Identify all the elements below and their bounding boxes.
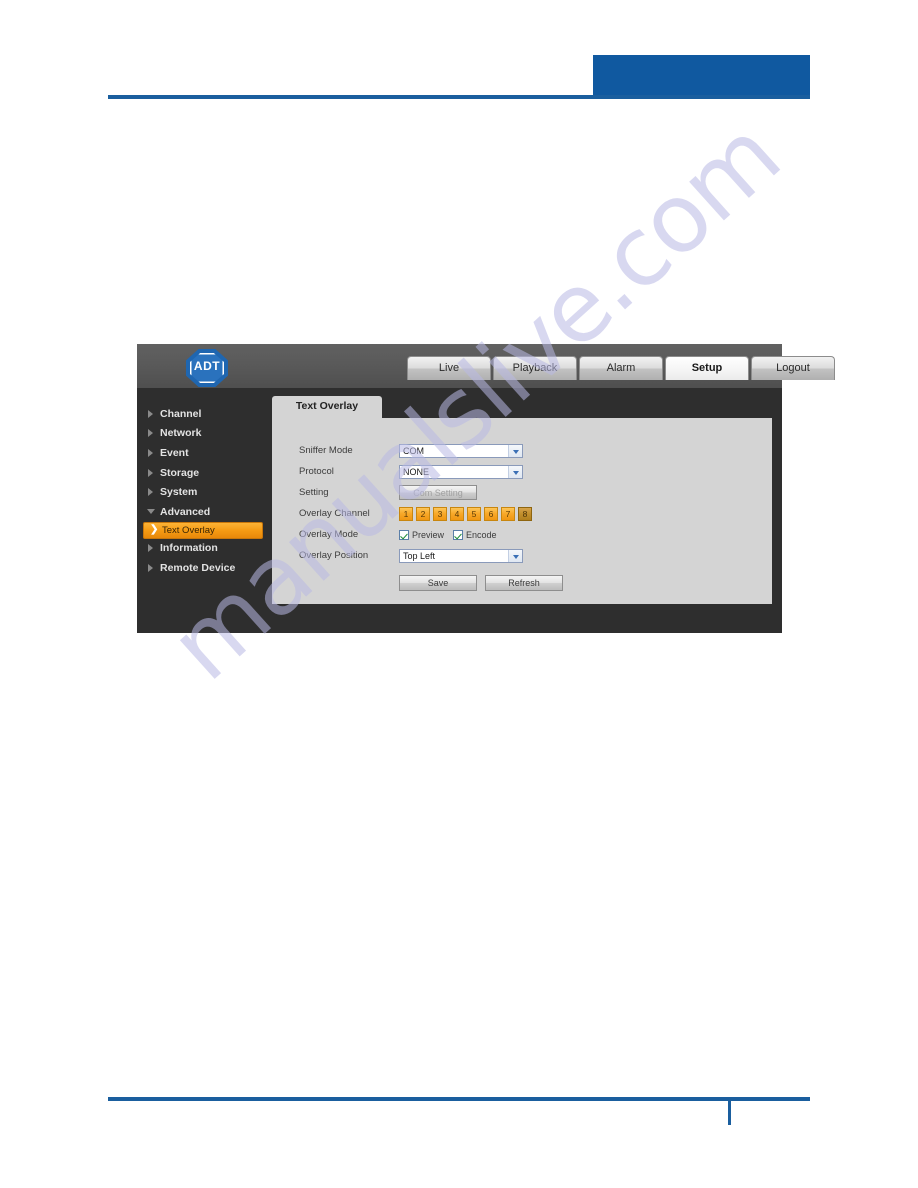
form-row-protocol: Protocol NONE bbox=[299, 461, 563, 482]
adt-logo-icon: ADT bbox=[184, 348, 230, 388]
sidebar-item-label: Channel bbox=[160, 407, 202, 420]
channel-chip-8[interactable]: 8 bbox=[518, 506, 532, 521]
protocol-value: NONE bbox=[403, 466, 430, 477]
channel-chip-7[interactable]: 7 bbox=[501, 506, 515, 521]
overlay-channel-label: Overlay Channel bbox=[299, 508, 370, 519]
protocol-select[interactable]: NONE bbox=[399, 464, 523, 479]
sniffer-mode-label: Sniffer Mode bbox=[299, 445, 353, 456]
channel-chip-5[interactable]: 5 bbox=[467, 506, 481, 521]
com-setting-button[interactable]: Com Setting bbox=[399, 485, 477, 500]
form-row-overlay-channel: Overlay Channel 1 2 3 4 5 6 7 8 bbox=[299, 503, 563, 524]
channel-chip-group: 1 2 3 4 5 6 7 8 bbox=[399, 506, 532, 521]
overlay-mode-field: Preview Encode bbox=[399, 529, 497, 540]
app-body: Channel Network Event Storage System Adv bbox=[137, 388, 782, 633]
sidebar-item-storage[interactable]: Storage bbox=[137, 463, 272, 483]
page-footer-tick bbox=[728, 1099, 731, 1125]
overlay-position-value: Top Left bbox=[403, 550, 436, 561]
sidebar-item-label: Remote Device bbox=[160, 561, 236, 574]
text-overlay-form: Sniffer Mode COM Protocol NONE Setting C… bbox=[299, 440, 563, 591]
sidebar-item-text-overlay[interactable]: ❯ Text Overlay bbox=[143, 521, 263, 539]
page-header-accent-block bbox=[593, 55, 810, 99]
sidebar-item-remote-device[interactable]: Remote Device bbox=[137, 558, 272, 578]
chevron-down-icon[interactable] bbox=[508, 549, 522, 562]
chevron-right-icon bbox=[147, 468, 156, 478]
overlay-position-field: Top Left bbox=[399, 548, 523, 563]
logo-text: ADT bbox=[193, 359, 221, 373]
sidebar-item-label: Information bbox=[160, 542, 218, 555]
form-row-overlay-mode: Overlay Mode Preview Encode bbox=[299, 524, 563, 545]
main-tab-bar: Live Playback Alarm Setup Logout bbox=[407, 356, 835, 380]
sidebar-item-label: Network bbox=[160, 427, 202, 440]
chevron-right-icon bbox=[147, 409, 156, 419]
overlay-mode-label: Overlay Mode bbox=[299, 529, 359, 540]
chevron-right-icon bbox=[147, 428, 156, 438]
sidebar-item-channel[interactable]: Channel bbox=[137, 404, 272, 424]
chevron-down-icon[interactable] bbox=[508, 465, 522, 478]
preview-checkbox-label: Preview bbox=[412, 529, 445, 540]
tab-logout[interactable]: Logout bbox=[751, 356, 835, 380]
chevron-right-icon: ❯ bbox=[150, 524, 159, 536]
form-row-setting: Setting Com Setting bbox=[299, 482, 563, 503]
app-top-bar: ADT Live Playback Alarm Setup Logout bbox=[137, 344, 835, 388]
form-row-overlay-position: Overlay Position Top Left bbox=[299, 545, 563, 566]
content-pane: Text Overlay Sniffer Mode COM Protocol N… bbox=[272, 388, 782, 633]
sidebar-item-advanced[interactable]: Advanced bbox=[137, 502, 272, 522]
channel-chip-4[interactable]: 4 bbox=[450, 506, 464, 521]
save-button[interactable]: Save bbox=[399, 575, 477, 591]
preview-checkbox[interactable] bbox=[399, 529, 409, 540]
preview-checkbox-wrapper[interactable]: Preview bbox=[399, 529, 445, 540]
sidebar-item-information[interactable]: Information bbox=[137, 539, 272, 559]
tab-text-overlay[interactable]: Text Overlay bbox=[272, 396, 382, 418]
sidebar-item-label: Storage bbox=[160, 466, 200, 479]
tab-alarm[interactable]: Alarm bbox=[579, 356, 663, 380]
sniffer-mode-select[interactable]: COM bbox=[399, 443, 523, 458]
sniffer-mode-value: COM bbox=[403, 445, 424, 456]
chevron-down-icon bbox=[147, 507, 156, 517]
sidebar-item-label: Advanced bbox=[160, 505, 211, 518]
form-row-sniffer-mode: Sniffer Mode COM bbox=[299, 440, 563, 461]
sidebar-item-system[interactable]: System bbox=[137, 482, 272, 502]
chevron-down-icon[interactable] bbox=[508, 444, 522, 457]
overlay-position-select[interactable]: Top Left bbox=[399, 548, 523, 563]
refresh-button[interactable]: Refresh bbox=[485, 575, 563, 591]
tab-playback[interactable]: Playback bbox=[493, 356, 577, 380]
sniffer-mode-field: COM bbox=[399, 443, 523, 458]
encode-checkbox-label: Encode bbox=[466, 529, 497, 540]
overlay-position-label: Overlay Position bbox=[299, 550, 369, 561]
form-action-row: Save Refresh bbox=[399, 575, 563, 591]
chevron-right-icon bbox=[147, 563, 156, 573]
sidebar-item-label: System bbox=[160, 486, 198, 499]
nvr-web-interface: ADT Live Playback Alarm Setup Logout Cha… bbox=[137, 344, 835, 633]
sidebar-item-label: Text Overlay bbox=[162, 524, 215, 536]
channel-chip-1[interactable]: 1 bbox=[399, 506, 413, 521]
chevron-right-icon bbox=[147, 448, 156, 458]
channel-chip-2[interactable]: 2 bbox=[416, 506, 430, 521]
protocol-field: NONE bbox=[399, 464, 523, 479]
protocol-label: Protocol bbox=[299, 466, 334, 477]
chevron-right-icon bbox=[147, 487, 156, 497]
tab-live[interactable]: Live bbox=[407, 356, 491, 380]
sidebar-item-label: Event bbox=[160, 446, 189, 459]
channel-chip-6[interactable]: 6 bbox=[484, 506, 498, 521]
sidebar-nav: Channel Network Event Storage System Adv bbox=[137, 388, 272, 633]
settings-panel: Sniffer Mode COM Protocol NONE Setting C… bbox=[272, 418, 772, 604]
encode-checkbox-wrapper[interactable]: Encode bbox=[453, 529, 497, 540]
encode-checkbox[interactable] bbox=[453, 529, 464, 540]
chevron-right-icon bbox=[147, 543, 156, 553]
overlay-channel-field: 1 2 3 4 5 6 7 8 bbox=[399, 506, 532, 521]
overlay-mode-checkbox-group: Preview Encode bbox=[399, 529, 497, 540]
tab-setup[interactable]: Setup bbox=[665, 356, 749, 380]
channel-chip-3[interactable]: 3 bbox=[433, 506, 447, 521]
page-footer-rule bbox=[108, 1097, 810, 1101]
setting-field: Com Setting bbox=[399, 485, 477, 500]
setting-label: Setting bbox=[299, 487, 329, 498]
sidebar-item-network[interactable]: Network bbox=[137, 424, 272, 444]
page-header-rule bbox=[108, 95, 810, 99]
sidebar-item-event[interactable]: Event bbox=[137, 443, 272, 463]
